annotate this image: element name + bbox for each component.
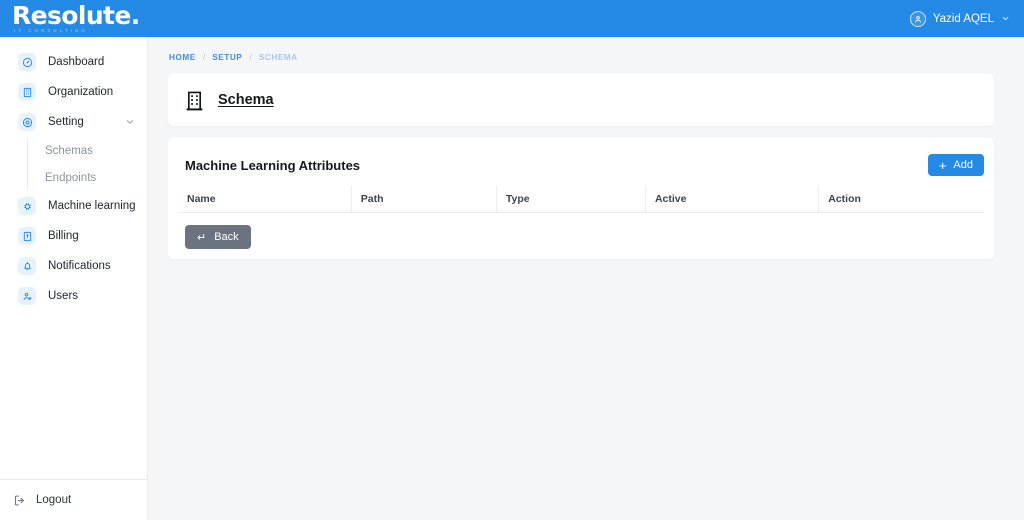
breadcrumb-separator: / <box>249 52 252 62</box>
attributes-card: Machine Learning Attributes + Add Name P… <box>168 138 994 259</box>
sidebar-item-users[interactable]: Users <box>0 281 147 311</box>
building-office-icon <box>184 88 206 112</box>
sidebar-item-organization[interactable]: Organization <box>0 77 147 107</box>
cpu-chip-icon <box>18 197 36 215</box>
brand-name: Resolute. <box>12 1 140 31</box>
sidebar-item-billing[interactable]: Billing <box>0 221 147 251</box>
attributes-table-head: Name Path Type Active Action <box>178 186 984 213</box>
sidebar-item-label: Users <box>48 290 79 302</box>
add-button[interactable]: + Add <box>927 154 984 176</box>
breadcrumb-item-home[interactable]: HOME <box>169 53 196 62</box>
plus-icon: + <box>938 157 947 173</box>
sidebar-item-label: Machine learning <box>48 200 136 212</box>
sidebar-subitem-label: Schemas <box>45 144 93 157</box>
app-root: Resolute. IT CONSULTING Yazid AQEL Dashb… <box>0 0 1024 520</box>
column-header-name: Name <box>178 186 352 213</box>
column-header-action: Action <box>818 186 984 213</box>
top-header-bar: Resolute. IT CONSULTING Yazid AQEL <box>0 0 1024 37</box>
sidebar-item-schemas[interactable]: Schemas <box>0 137 147 164</box>
billing-card-icon <box>18 227 36 245</box>
column-header-path: Path <box>351 186 497 213</box>
sidebar-subitem-label: Endpoints <box>45 171 97 184</box>
sidebar: Dashboard Organization Setting Schemas E… <box>0 37 148 520</box>
sidebar-item-label: Billing <box>48 230 79 242</box>
user-name-label: Yazid AQEL <box>932 12 994 25</box>
user-circle-icon <box>909 10 926 27</box>
brand-tagline: IT CONSULTING <box>14 28 88 34</box>
gear-icon <box>18 113 36 131</box>
sidebar-item-notifications[interactable]: Notifications <box>0 251 147 281</box>
page-title: Schema <box>218 92 274 108</box>
sign-out-icon <box>12 493 26 507</box>
sidebar-item-endpoints[interactable]: Endpoints <box>0 164 147 191</box>
brand-logo[interactable]: Resolute. IT CONSULTING <box>12 3 140 33</box>
return-arrow-icon: ↵ <box>197 231 207 244</box>
sidebar-subnav-setting: Schemas Endpoints <box>0 137 147 191</box>
attributes-title: Machine Learning Attributes <box>185 157 361 173</box>
breadcrumb-item-setup[interactable]: SETUP <box>212 53 242 62</box>
building-icon <box>18 83 36 101</box>
sidebar-item-dashboard[interactable]: Dashboard <box>0 47 147 77</box>
table-header-row: Name Path Type Active Action <box>178 186 984 213</box>
users-icon <box>18 287 36 305</box>
sidebar-item-machine-learning[interactable]: Machine learning <box>0 191 147 221</box>
column-header-active: Active <box>645 186 820 213</box>
logout-button[interactable]: Logout <box>0 479 147 520</box>
back-button-label: Back <box>214 231 239 243</box>
sidebar-item-label: Organization <box>48 86 114 98</box>
user-menu[interactable]: Yazid AQEL <box>909 10 1010 27</box>
logout-label: Logout <box>36 494 72 506</box>
main-content: HOME / SETUP / SCHEMA Schema Machine Lea… <box>148 37 1024 520</box>
sidebar-item-label: Dashboard <box>48 56 105 68</box>
breadcrumb: HOME / SETUP / SCHEMA <box>168 47 994 67</box>
add-button-label: Add <box>953 159 973 171</box>
schema-header-card: Schema <box>168 74 994 126</box>
sidebar-item-label: Setting <box>48 116 84 128</box>
sidebar-nav: Dashboard Organization Setting Schemas E… <box>0 37 147 311</box>
sidebar-item-label: Notifications <box>48 260 111 272</box>
attributes-card-header: Machine Learning Attributes + Add <box>178 152 984 178</box>
chevron-down-icon[interactable] <box>125 117 135 127</box>
speedometer-icon <box>18 53 36 71</box>
sidebar-item-setting[interactable]: Setting <box>0 107 147 137</box>
breadcrumb-separator: / <box>202 52 206 62</box>
breadcrumb-item-schema: SCHEMA <box>258 52 298 62</box>
bell-icon <box>18 257 36 275</box>
back-button[interactable]: ↵ Back <box>185 225 251 249</box>
column-header-type: Type <box>496 186 646 213</box>
attributes-table: Name Path Type Active Action <box>178 186 984 213</box>
chevron-down-icon[interactable] <box>1001 14 1010 23</box>
